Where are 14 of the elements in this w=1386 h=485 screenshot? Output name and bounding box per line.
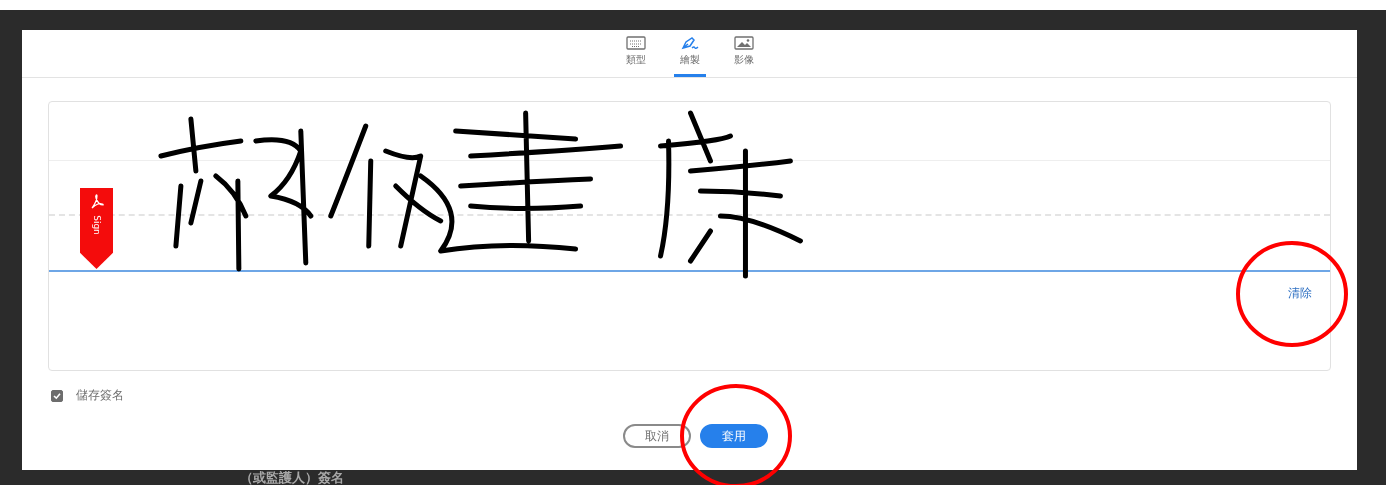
cancel-button[interactable]: 取消 (623, 424, 691, 448)
sign-tag-label: Sign (91, 215, 102, 235)
signature-pad[interactable]: Sign 清除 (48, 101, 1331, 371)
save-signature-checkbox[interactable] (51, 389, 63, 402)
save-signature-label: 儲存簽名 (76, 387, 124, 404)
signature-mode-tab[interactable]: 繪製 (673, 30, 706, 77)
document-text: （或監護人）簽名 (240, 470, 344, 485)
pen-icon (679, 36, 700, 50)
apply-button[interactable]: 套用 (700, 424, 768, 448)
signature-mode-tab[interactable]: 影像 (727, 30, 760, 77)
keyboard-icon (625, 36, 646, 50)
clear-link[interactable]: 清除 (1288, 285, 1312, 302)
signature-mode-tab[interactable]: 類型 (619, 30, 652, 77)
image-icon (733, 36, 754, 50)
